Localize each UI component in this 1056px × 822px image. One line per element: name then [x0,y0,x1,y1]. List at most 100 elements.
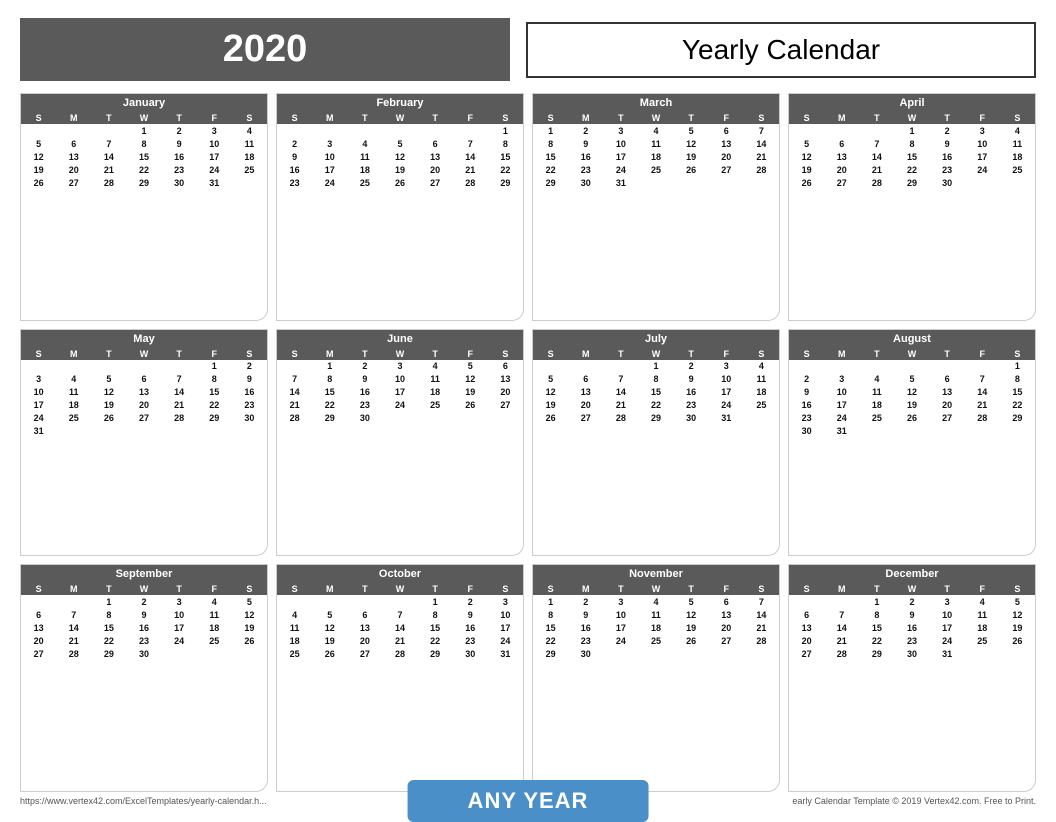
day-cell: 22 [638,399,673,412]
day-header: T [91,112,126,124]
month-name: December [789,565,1035,583]
day-cell: 30 [930,176,965,189]
day-cell: 24 [965,163,1000,176]
day-cell: 1 [533,595,568,608]
empty-cell [824,595,859,608]
day-cell: 15 [533,621,568,634]
day-cell: 8 [126,137,161,150]
day-cell: 17 [197,150,232,163]
day-cell: 19 [533,399,568,412]
day-cell: 21 [382,634,417,647]
day-cell: 19 [382,163,417,176]
day-cell: 28 [56,647,91,660]
day-cell: 19 [21,163,56,176]
empty-cell [126,360,161,373]
days-grid: 1234567891011121314151617181920212223242… [277,360,523,556]
day-cell: 13 [930,386,965,399]
day-cell: 23 [347,399,382,412]
month-block-august: AugustSMTWTFS123456789101112131415161718… [788,329,1036,557]
day-cell: 9 [568,137,603,150]
day-cell: 19 [789,163,824,176]
day-cell: 6 [709,595,744,608]
day-header: T [859,583,894,595]
day-cell: 5 [312,608,347,621]
day-cell: 18 [744,386,779,399]
day-cell: 2 [453,595,488,608]
day-cell: 28 [965,412,1000,425]
months-grid: JanuarySMTWTFS12345678910111213141516171… [20,93,1036,792]
footer: https://www.vertex42.com/ExcelTemplates/… [20,796,1036,806]
month-block-march: MarchSMTWTFS1234567891011121314151617181… [532,93,780,321]
day-header: T [91,348,126,360]
day-header: S [21,112,56,124]
empty-cell [859,360,894,373]
day-cell: 27 [347,647,382,660]
day-cell: 4 [744,360,779,373]
day-cell: 21 [56,634,91,647]
day-cell: 14 [162,386,197,399]
day-cell: 15 [126,150,161,163]
day-cell: 12 [312,621,347,634]
day-cell: 22 [91,634,126,647]
day-cell: 8 [894,137,929,150]
day-cell: 2 [232,360,267,373]
day-cell: 29 [197,412,232,425]
day-cell: 13 [824,150,859,163]
day-cell: 13 [709,608,744,621]
day-cell: 3 [312,137,347,150]
day-cell: 10 [824,386,859,399]
day-header: S [1000,583,1035,595]
day-header: M [568,583,603,595]
day-cell: 7 [91,137,126,150]
day-header: W [126,348,161,360]
day-cell: 23 [930,163,965,176]
day-cell: 6 [126,373,161,386]
empty-cell [56,360,91,373]
day-cell: 25 [1000,163,1035,176]
empty-cell [418,124,453,137]
day-cell: 22 [894,163,929,176]
day-cell: 27 [709,634,744,647]
days-grid: 1234567891011121314151617181920212223242… [789,360,1035,556]
day-header: F [453,112,488,124]
day-cell: 12 [382,150,417,163]
day-cell: 11 [232,137,267,150]
day-cell: 1 [1000,360,1035,373]
day-cell: 7 [382,608,417,621]
day-header: W [382,583,417,595]
day-cell: 24 [824,412,859,425]
day-cell: 26 [894,412,929,425]
day-cell: 7 [603,373,638,386]
day-cell: 3 [488,595,523,608]
day-cell: 26 [1000,634,1035,647]
day-cell: 13 [347,621,382,634]
day-cell: 26 [789,176,824,189]
day-cell: 4 [638,124,673,137]
empty-cell [965,360,1000,373]
day-cell: 18 [965,621,1000,634]
day-cell: 19 [674,150,709,163]
day-cell: 8 [312,373,347,386]
day-cell: 26 [382,176,417,189]
day-cell: 1 [418,595,453,608]
day-cell: 17 [709,386,744,399]
days-grid: 1234567891011121314151617181920212223242… [533,124,779,320]
day-cell: 26 [674,634,709,647]
day-header: T [347,583,382,595]
day-cell: 17 [930,621,965,634]
day-cell: 1 [197,360,232,373]
day-header: S [744,112,779,124]
day-header: T [347,348,382,360]
day-cell: 19 [894,399,929,412]
day-cell: 23 [674,399,709,412]
day-header: S [488,583,523,595]
day-cell: 11 [277,621,312,634]
day-cell: 8 [418,608,453,621]
day-cell: 22 [418,634,453,647]
month-block-may: MaySMTWTFS123456789101112131415161718192… [20,329,268,557]
day-cell: 26 [312,647,347,660]
day-cell: 27 [488,399,523,412]
day-header: W [126,583,161,595]
day-cell: 21 [744,150,779,163]
empty-cell [347,124,382,137]
